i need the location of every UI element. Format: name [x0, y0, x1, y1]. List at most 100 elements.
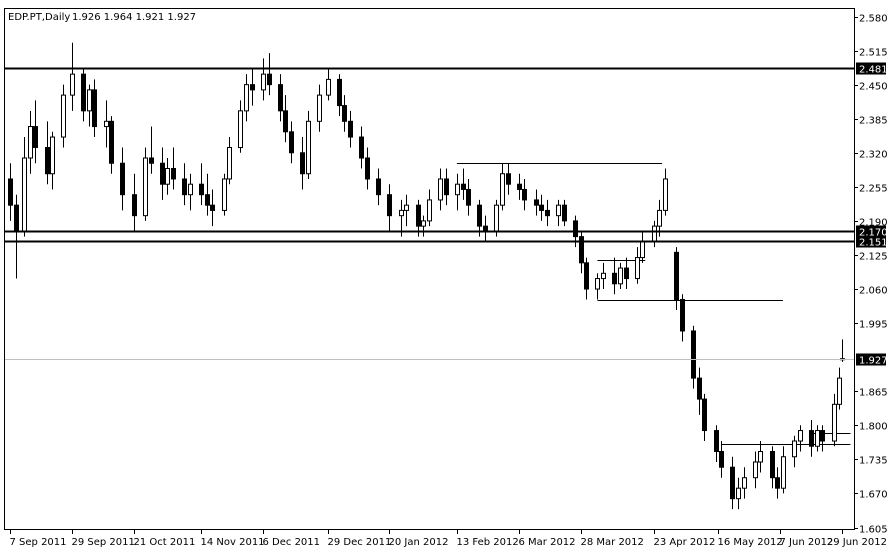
chart-canvas[interactable]: 2.4812.1702.1511.927 2.5802.5152.4502.38…: [0, 0, 892, 552]
candle-body: [652, 225, 657, 243]
candle-body: [770, 451, 775, 479]
candle-body: [730, 466, 735, 500]
candle-body: [70, 73, 75, 96]
candle-body: [416, 204, 421, 227]
candle-body: [517, 183, 522, 190]
candle-body: [775, 477, 780, 489]
candle-body: [719, 451, 724, 468]
level-price-label: 2.481: [859, 65, 888, 76]
candle-body: [702, 398, 707, 432]
candle-body: [809, 430, 814, 447]
x-tick-label: 23 Apr 2012: [654, 537, 716, 548]
x-tick-label: 21 Oct 2011: [134, 537, 196, 548]
candle-body: [753, 461, 758, 479]
candle-body: [109, 120, 114, 164]
candle-body: [534, 199, 539, 206]
candle-body: [267, 73, 272, 86]
y-tick-label: 1.865: [859, 388, 888, 399]
candle-body: [635, 257, 640, 280]
candle-body: [674, 251, 679, 301]
y-tick-label: 1.735: [859, 456, 888, 467]
y-tick-label: 1.605: [859, 525, 888, 536]
candle-body: [199, 183, 204, 196]
candle-body: [317, 94, 322, 122]
x-tick-label: 7 Sep 2011: [10, 537, 67, 548]
candle-body: [222, 178, 227, 211]
y-tick-label: 1.670: [859, 490, 888, 501]
candle-body: [306, 120, 311, 175]
candle-body: [455, 183, 460, 196]
candle-body: [61, 94, 66, 138]
candle-body: [160, 162, 165, 185]
candle-body: [342, 105, 347, 122]
candle-body: [210, 204, 215, 211]
candle-body: [820, 430, 825, 442]
x-tick-label: 6 Dec 2011: [263, 537, 321, 548]
candle-body: [736, 487, 741, 500]
candle-body: [376, 178, 381, 196]
candle-body: [227, 147, 232, 180]
candle-body: [640, 241, 645, 259]
candle-body: [624, 267, 629, 280]
candle-body: [545, 209, 550, 217]
candle-body: [595, 278, 600, 290]
candle-body: [573, 220, 578, 238]
chart: 2.481 2.170 2.151 1.927 2.580 2.515 2.450 2.38…: [0, 0, 892, 552]
candle-body: [601, 272, 606, 280]
candle-body: [500, 173, 505, 206]
candle-body: [618, 267, 623, 285]
y-tick-label: 2.580: [859, 14, 888, 25]
candle-body: [444, 178, 449, 196]
candle-body: [562, 204, 567, 222]
current-price-label: 1.927: [859, 356, 888, 367]
x-tick-label: 29 Jun 2012: [827, 537, 887, 548]
candle-body: [798, 430, 803, 442]
candle-body: [171, 167, 176, 180]
candle-body: [283, 110, 288, 133]
candle-body: [758, 451, 763, 463]
candle-body: [522, 188, 527, 201]
candle-body: [421, 220, 426, 227]
candle-body: [663, 178, 668, 211]
candle-body: [556, 204, 561, 217]
candle-body: [348, 120, 353, 138]
x-tick-label: 29 Sep 2011: [72, 537, 135, 548]
candle-body: [149, 157, 154, 164]
candle-body: [359, 136, 364, 159]
candle-body: [326, 78, 331, 96]
candle-body: [792, 440, 797, 458]
y-tick-label: 1.800: [859, 422, 888, 433]
candle-body: [337, 78, 342, 107]
candle-body: [14, 204, 19, 232]
candle-body: [132, 194, 137, 217]
candle-body: [45, 147, 50, 175]
x-tick-label: 13 Feb 2012: [457, 537, 519, 548]
x-tick-label: 16 May 2012: [718, 537, 783, 548]
candle-body: [691, 330, 696, 379]
y-tick-label: 2.450: [859, 82, 888, 93]
chart-header-ohlc: 1.926 1.964 1.921 1.927: [72, 12, 196, 23]
candle-body: [781, 456, 786, 489]
candle-body: [387, 194, 392, 217]
candle-body: [22, 157, 27, 232]
candle-body: [466, 188, 471, 206]
candle-body: [33, 126, 38, 149]
x-tick-label: 7 Jun 2012: [780, 537, 834, 548]
level-price-label: 2.151: [859, 238, 888, 249]
y-tick-label: 2.190: [859, 218, 888, 229]
y-tick-label: 2.385: [859, 116, 888, 127]
candle-body: [278, 84, 283, 112]
candle-body: [104, 120, 109, 128]
candle-body: [92, 89, 97, 128]
candle-body: [427, 199, 432, 222]
candle-body: [28, 126, 33, 159]
candle-body: [815, 430, 820, 447]
candle-body: [832, 403, 837, 442]
candle-body: [438, 178, 443, 201]
candle-body: [87, 89, 92, 112]
y-tick-label: 1.995: [859, 320, 888, 331]
candle-body: [261, 73, 266, 91]
candle-body: [697, 377, 702, 400]
candle-body: [506, 173, 511, 185]
candle-body: [494, 204, 499, 232]
